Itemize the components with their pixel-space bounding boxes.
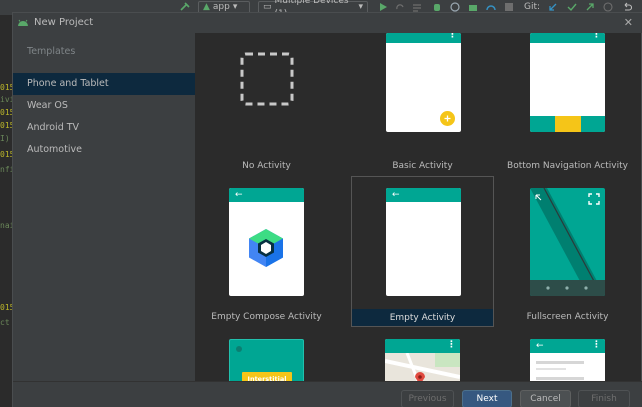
template-bottom-navigation-activity[interactable]: ⋮ Bottom Navigation Activity [496, 33, 639, 183]
phone-preview: ⋮ [385, 339, 460, 381]
dialog-titlebar[interactable]: New Project ✕ [13, 13, 642, 33]
template-empty-activity[interactable]: ← Empty Activity [351, 176, 494, 327]
map-graphic [385, 353, 460, 381]
close-icon[interactable]: ✕ [624, 16, 633, 30]
template-category-sidebar: Templates Phone and Tablet Wear OS Andro… [13, 33, 195, 388]
template-empty-compose-activity[interactable]: ← Empty Compose Activity [195, 176, 338, 326]
app-bar: ← ⋮ [530, 339, 605, 353]
phone-preview: ⋮ [386, 33, 461, 132]
bottom-nav-selected-item [555, 116, 581, 132]
sidebar-item-label: Automotive [27, 144, 82, 155]
sidebar-item-phone-and-tablet[interactable]: Phone and Tablet [13, 73, 195, 95]
template-interstitial-ad[interactable]: Interstitial Ad [195, 327, 338, 381]
bottom-navigation-bar [530, 116, 605, 132]
history-icon[interactable] [603, 2, 613, 12]
sidebar-item-label: Phone and Tablet [27, 78, 109, 89]
template-basic-activity[interactable]: ⋮ Basic Activity [351, 33, 494, 183]
editor-fragment: 015 [0, 108, 12, 117]
template-maps-activity[interactable]: ⋮ [351, 327, 494, 381]
editor-fragment: I) [0, 134, 10, 143]
editor-fragment: 015 [0, 121, 12, 130]
editor-fragment: nai [0, 221, 12, 230]
git-update-icon[interactable] [548, 2, 558, 12]
git-commit-icon[interactable] [567, 2, 577, 12]
settings-list-graphic [536, 361, 584, 380]
run-icon[interactable] [378, 2, 388, 12]
back-arrow-icon: ← [235, 190, 243, 200]
next-button[interactable]: Next [462, 390, 512, 407]
template-gallery: No Activity ⋮ Basic Activity ⋮ Bottom Na… [195, 33, 641, 381]
template-label: Basic Activity [392, 161, 453, 171]
no-activity-placeholder-icon [240, 52, 294, 106]
dialog-footer: Previous Next Cancel Finish [13, 381, 642, 407]
editor-fragment: nfig [0, 165, 12, 174]
phone-preview: ← ⋮ [530, 339, 605, 381]
gauge-icon[interactable] [486, 2, 496, 12]
debug-icon[interactable] [432, 2, 442, 12]
phone-preview: ← [386, 188, 461, 296]
editor-fragment: 015 [0, 150, 12, 159]
template-label: Fullscreen Activity [526, 312, 609, 322]
dialog-title: New Project [34, 17, 94, 28]
phone-preview [530, 188, 605, 296]
cancel-button[interactable]: Cancel [520, 390, 571, 407]
overflow-menu-icon: ⋮ [448, 33, 457, 40]
rollback-icon[interactable] [622, 2, 632, 12]
editor-fragment: 015 [0, 83, 12, 92]
overflow-menu-icon: ⋮ [592, 33, 601, 40]
app-bar: ← [229, 188, 304, 202]
finish-button[interactable]: Finish [578, 390, 630, 407]
phone-preview: ⋮ [530, 33, 605, 132]
app-bar: ⋮ [530, 33, 605, 43]
attach-debugger-icon[interactable] [468, 2, 478, 12]
editor-fragment: 015 [0, 303, 12, 312]
new-project-dialog: New Project ✕ Templates Phone and Tablet… [12, 12, 642, 407]
close-dot-icon [236, 346, 242, 352]
sidebar-item-label: Android TV [27, 122, 80, 133]
fullscreen-icon [588, 193, 600, 205]
android-head-icon [18, 19, 28, 26]
profile-icon[interactable] [450, 2, 460, 12]
editor-fragment: ivity [0, 95, 12, 104]
fab-plus-icon [440, 111, 455, 126]
sidebar-item-automotive[interactable]: Automotive [13, 139, 195, 161]
back-arrow-icon: ← [392, 190, 400, 200]
editor-fragment: ct [0, 318, 10, 327]
phone-preview: ← [229, 188, 304, 296]
template-label: Empty Compose Activity [211, 312, 322, 322]
apply-code-changes-icon[interactable] [412, 2, 422, 12]
app-bar: ← [386, 188, 461, 202]
app-bar: ⋮ [385, 339, 460, 353]
sidebar-header: Templates [27, 46, 76, 57]
template-no-activity[interactable]: No Activity [195, 33, 338, 183]
apply-changes-icon[interactable] [395, 2, 405, 12]
template-label: Bottom Navigation Activity [507, 161, 628, 171]
screen: ▲ app ▾ ▭ Multiple Devices (1) ▾ Git: 01… [0, 0, 642, 407]
phone-preview: Interstitial Ad [229, 339, 304, 381]
previous-button[interactable]: Previous [401, 390, 454, 407]
editor-strip: 015 ivity 015 015 I) 015 nfig nai 015 ct [0, 15, 12, 407]
git-push-icon[interactable] [585, 2, 595, 12]
compose-logo-icon [249, 229, 283, 267]
template-settings-activity[interactable]: ← ⋮ [496, 327, 639, 381]
template-fullscreen-activity[interactable]: Fullscreen Activity [496, 176, 639, 326]
overflow-menu-icon: ⋮ [592, 340, 601, 350]
app-bar: ⋮ [386, 33, 461, 43]
hammer-icon[interactable] [180, 2, 190, 12]
interstitial-ad-badge: Interstitial Ad [242, 372, 292, 381]
sidebar-item-label: Wear OS [27, 100, 68, 111]
stop-icon[interactable] [504, 2, 514, 12]
template-label: Empty Activity [389, 313, 456, 323]
sidebar-item-android-tv[interactable]: Android TV [13, 117, 195, 139]
back-arrow-icon: ← [536, 341, 544, 351]
overflow-menu-icon: ⋮ [447, 340, 456, 350]
template-label: No Activity [242, 161, 291, 171]
sidebar-item-wear-os[interactable]: Wear OS [13, 95, 195, 117]
